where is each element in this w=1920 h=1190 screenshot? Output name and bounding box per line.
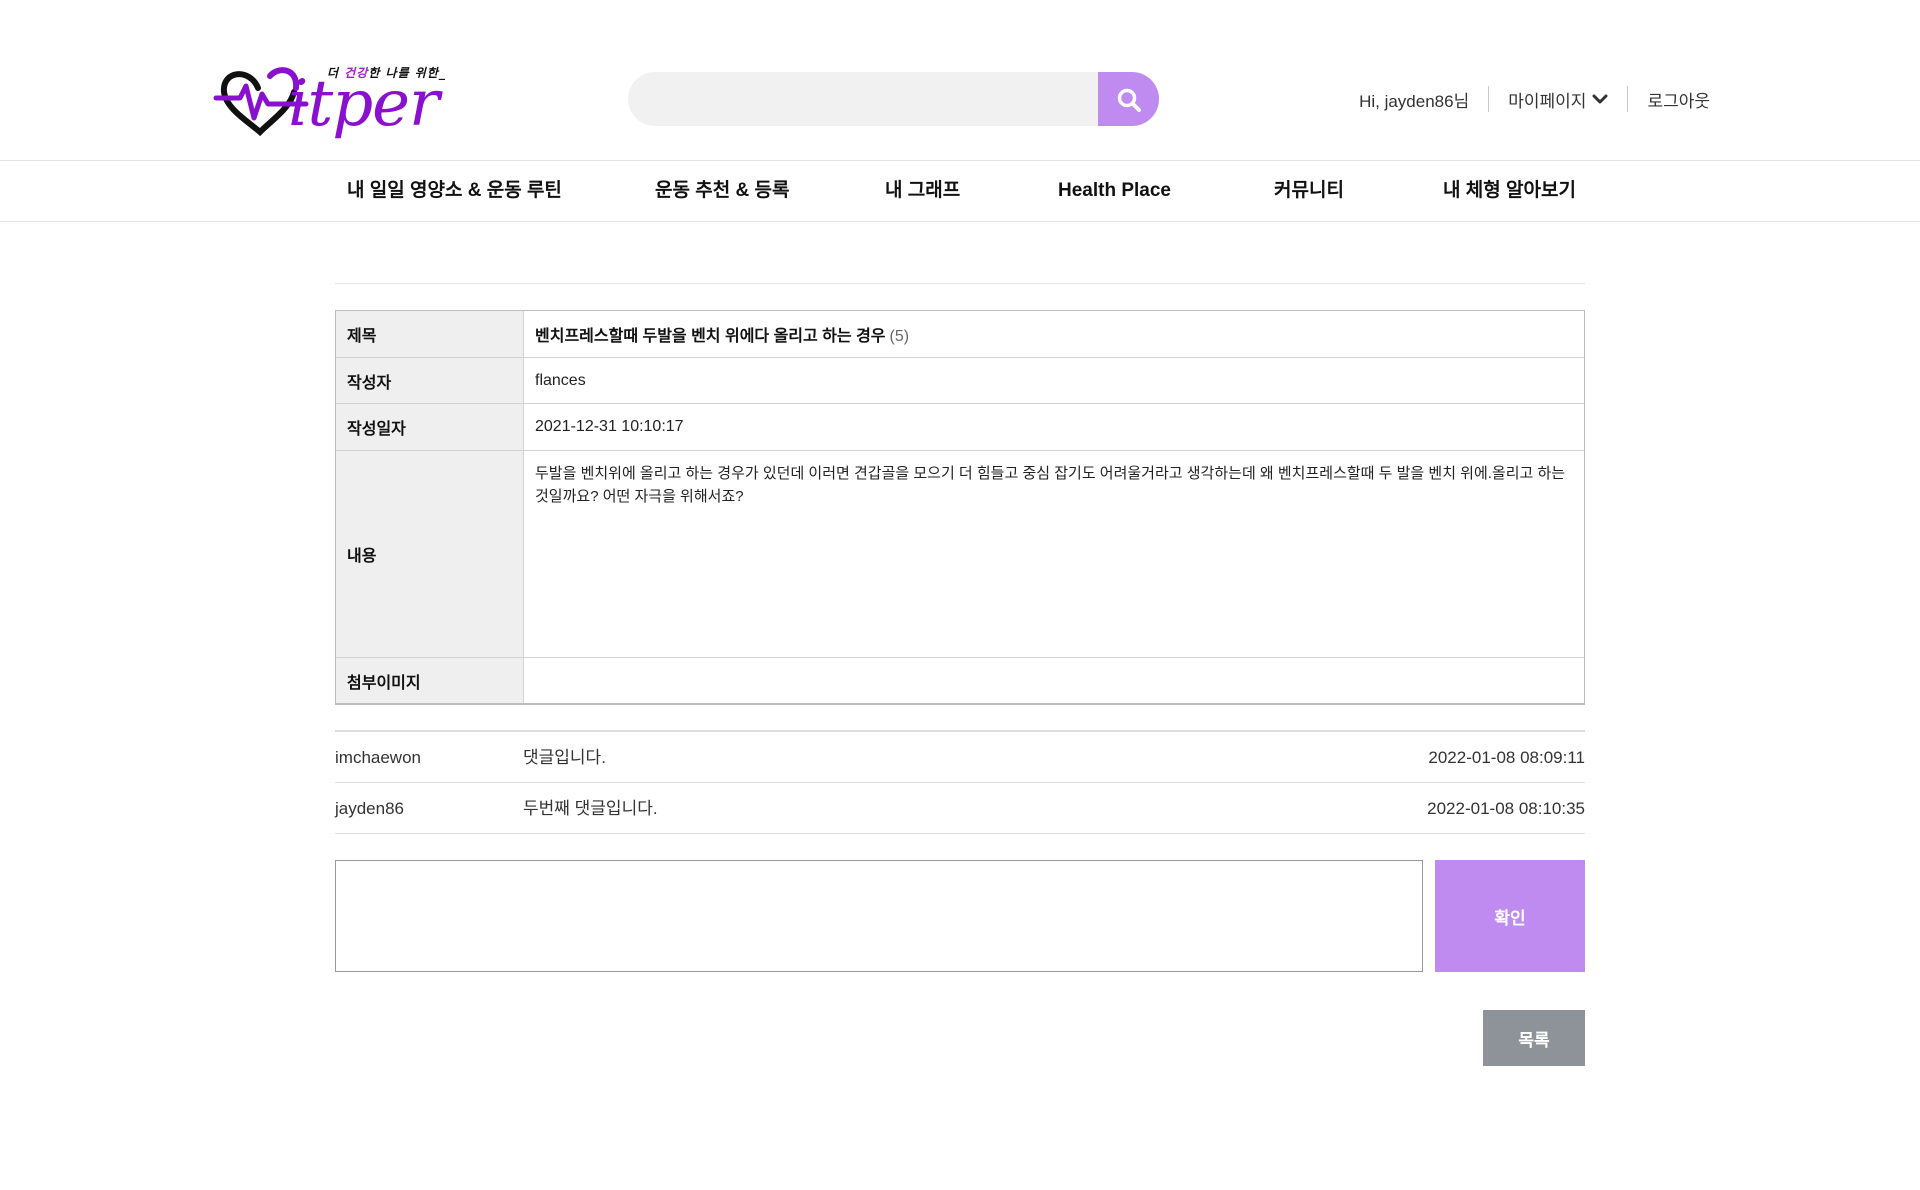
post-title-row: 제목 벤치프레스할때 두발을 벤치 위에다 올리고 하는 경우 (5) (335, 310, 1585, 358)
comment-input[interactable] (335, 860, 1423, 972)
post-author-row: 작성자 flances (335, 357, 1585, 404)
post-title: 벤치프레스할때 두발을 벤치 위에다 올리고 하는 경우 (535, 328, 886, 345)
user-greeting: Hi, jayden86님 (1359, 91, 1470, 111)
post-title-label: 제목 (335, 310, 524, 358)
search-icon (1117, 88, 1141, 112)
comment-text: 댓글입니다. (523, 748, 606, 767)
post-date-row: 작성일자 2021-12-31 10:10:17 (335, 403, 1585, 451)
post-content-row: 내용 두발을 벤치위에 올리고 하는 경우가 있던데 이러면 견갑골을 모으기 … (335, 450, 1585, 658)
comment-text: 두번째 댓글입니다. (523, 799, 658, 818)
site-logo[interactable]: 더 건강한 나를 위한_ itper (210, 58, 450, 142)
nav-item-community[interactable]: 커뮤니티 (1274, 161, 1344, 221)
comment-date: 2022-01-08 08:09:11 (1428, 748, 1585, 767)
post-date: 2021-12-31 10:10:17 (523, 403, 1585, 451)
post-content: 두발을 벤치위에 올리고 하는 경우가 있던데 이러면 견갑골을 모으기 더 힘… (523, 450, 1585, 658)
divider (335, 283, 1585, 284)
nav-item-exercise-recommend[interactable]: 운동 추천 & 등록 (655, 161, 789, 221)
comment-author: imchaewon (335, 748, 421, 767)
search-input[interactable] (628, 72, 1098, 126)
post-title-cell: 벤치프레스할때 두발을 벤치 위에다 올리고 하는 경우 (5) (523, 310, 1585, 358)
logo-wordmark: itper (288, 67, 440, 141)
list-button[interactable]: 목록 (1483, 1010, 1585, 1066)
search-bar (628, 72, 1159, 126)
divider (1488, 86, 1490, 112)
comment-author: jayden86 (335, 799, 405, 818)
search-button[interactable] (1098, 72, 1159, 126)
nav-item-health-place[interactable]: Health Place (1058, 161, 1171, 221)
mypage-label: 마이페이지 (1508, 91, 1587, 111)
comment-item: jayden86 두번째 댓글입니다. 2022-01-08 08:10:35 (335, 783, 1585, 834)
comment-count: (5) (889, 328, 910, 345)
post-image-cell (523, 657, 1585, 705)
comment-list: imchaewon 댓글입니다. 2022-01-08 08:09:11 jay… (335, 730, 1585, 834)
comment-date: 2022-01-08 08:10:35 (1427, 799, 1585, 818)
user-menu: Hi, jayden86님 마이페이지 로그아웃 (1359, 85, 1710, 113)
chevron-down-icon (1592, 94, 1608, 104)
post-image-row: 첨부이미지 (335, 657, 1585, 705)
comment-item: imchaewon 댓글입니다. 2022-01-08 08:09:11 (335, 732, 1585, 783)
divider (1627, 86, 1629, 112)
main-nav: 내 일일 영양소 & 운동 루틴 운동 추천 & 등록 내 그래프 Health… (0, 160, 1920, 222)
post-author-label: 작성자 (335, 357, 524, 404)
post-author: flances (523, 357, 1585, 404)
nav-item-body-type[interactable]: 내 체형 알아보기 (1443, 161, 1576, 221)
nav-item-my-graph[interactable]: 내 그래프 (885, 161, 960, 221)
logout-link[interactable]: 로그아웃 (1647, 87, 1710, 112)
post-content-label: 내용 (335, 450, 524, 658)
post-detail-table: 제목 벤치프레스할때 두발을 벤치 위에다 올리고 하는 경우 (5) 작성자 f… (335, 310, 1585, 705)
post-image-label: 첨부이미지 (335, 657, 524, 705)
post-date-label: 작성일자 (335, 403, 524, 451)
confirm-button[interactable]: 확인 (1435, 860, 1585, 972)
nav-item-daily-routine[interactable]: 내 일일 영양소 & 운동 루틴 (347, 161, 562, 221)
mypage-dropdown[interactable]: 마이페이지 (1508, 87, 1608, 112)
